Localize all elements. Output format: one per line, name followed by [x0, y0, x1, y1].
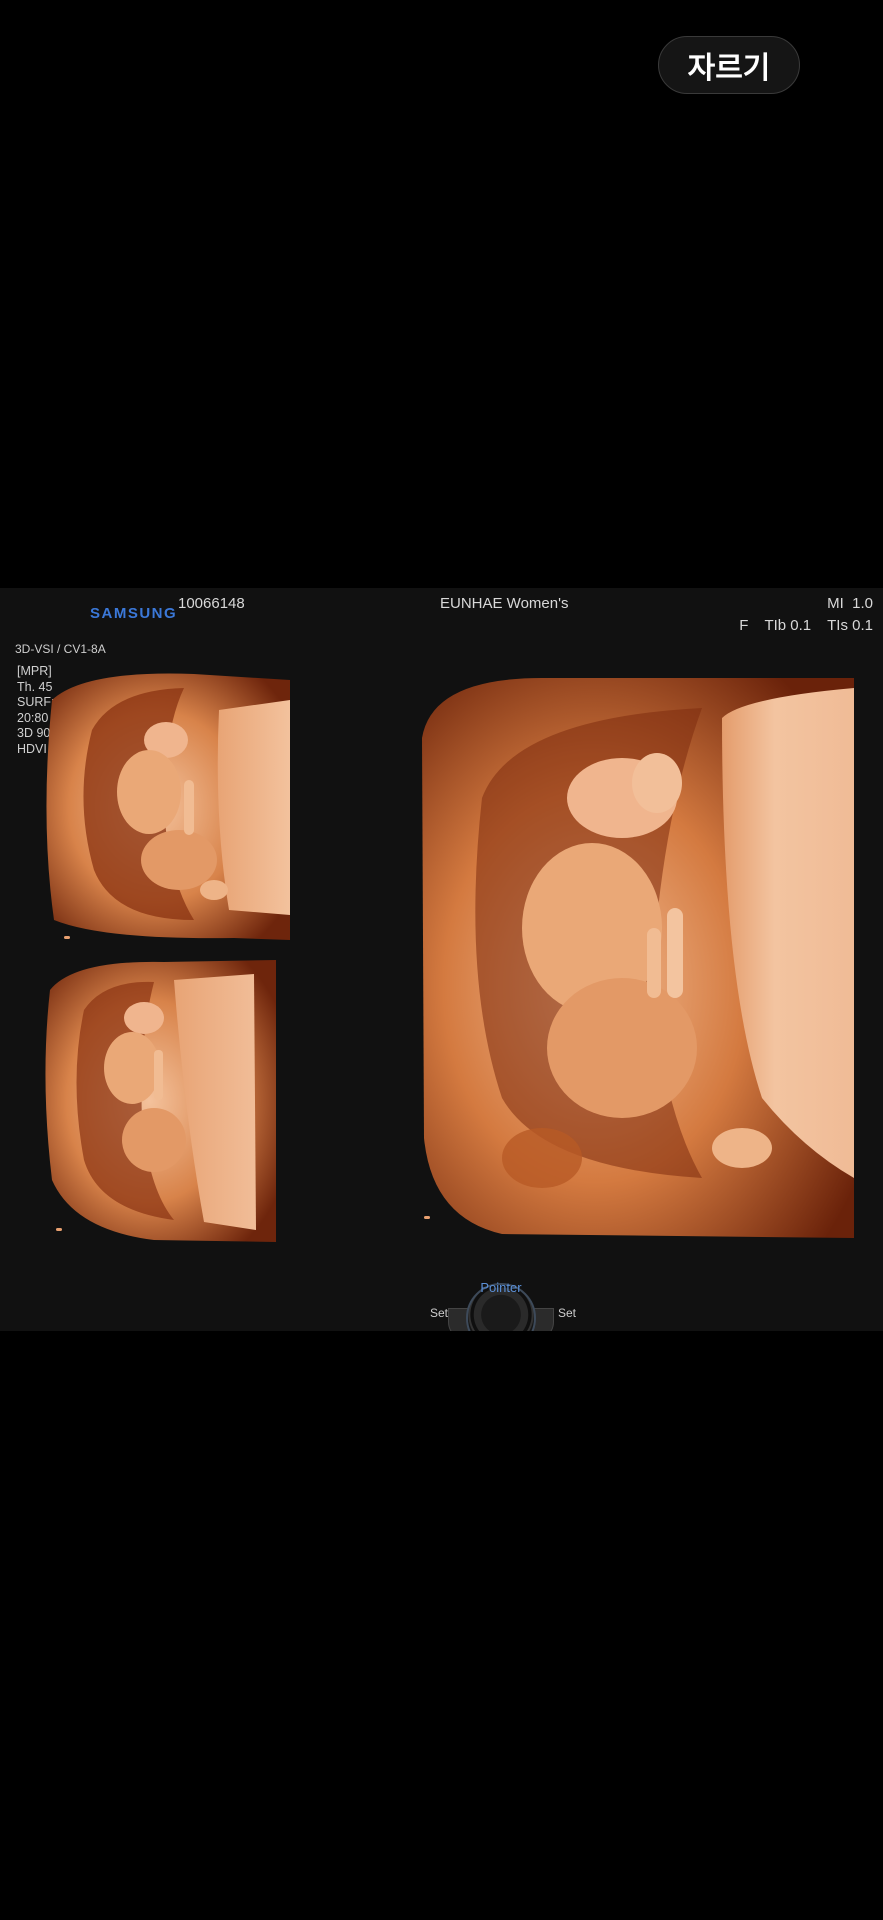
pointer-label: Pointer — [480, 1280, 522, 1295]
ultrasound-viewer: SAMSUNG 10066148 EUNHAE Women's MI 1.0 F… — [0, 588, 883, 1331]
param-tib: TIb 0.1 — [764, 617, 812, 634]
speckle-marker — [56, 1228, 62, 1231]
brand-logo: SAMSUNG — [90, 605, 178, 622]
mpr-view-bottom[interactable] — [44, 960, 276, 1242]
hospital-name: EUNHAE Women's — [440, 595, 569, 612]
right-set-label[interactable]: Set — [558, 1306, 576, 1320]
speckle-marker — [424, 1216, 430, 1219]
main-3d-render[interactable] — [422, 678, 854, 1238]
mechanical-index: MI 1.0 — [827, 595, 873, 612]
crop-button[interactable]: 자르기 — [658, 36, 800, 94]
speckle-marker — [64, 936, 70, 939]
left-set-label[interactable]: Set — [430, 1306, 448, 1320]
param-f: F — [739, 617, 749, 634]
thermal-params: F TIb 0.1 TIs 0.1 — [739, 617, 873, 634]
patient-id: 10066148 — [178, 595, 245, 612]
probe-mode: 3D-VSI / CV1-8A — [15, 642, 106, 656]
param-tis: TIs 0.1 — [827, 617, 873, 634]
mpr-view-top[interactable] — [44, 670, 290, 948]
pointer-control[interactable]: Pointer Set Set — [416, 1268, 586, 1331]
